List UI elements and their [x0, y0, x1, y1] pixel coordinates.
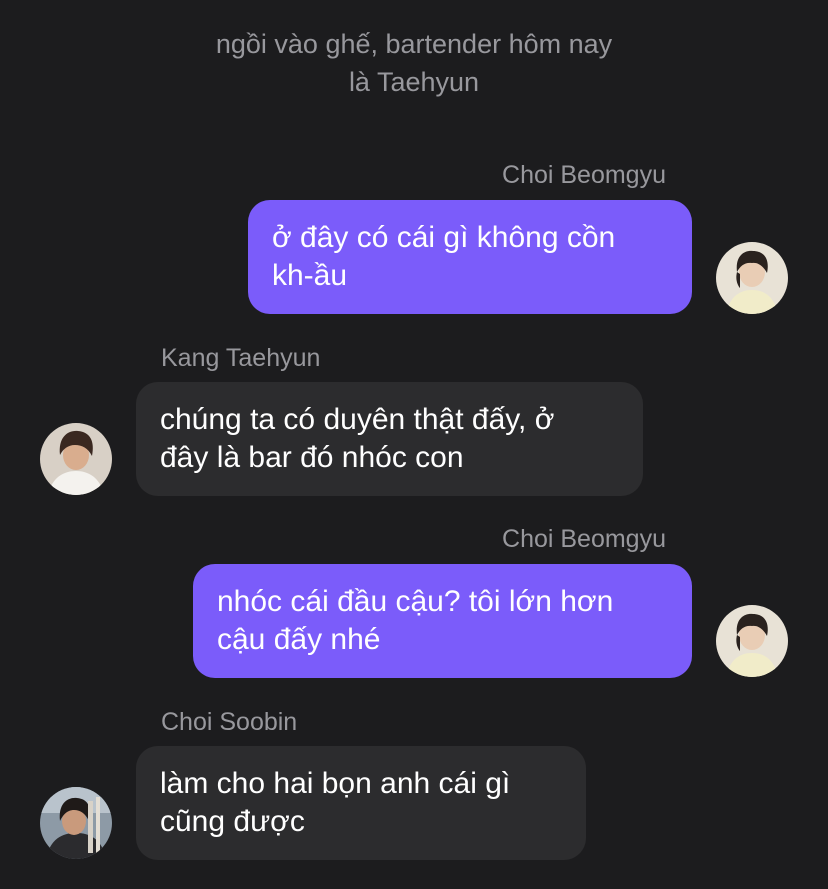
sender-name: Choi Soobin [161, 708, 298, 736]
sender-name: Choi Beomgyu [502, 525, 666, 553]
message-line: cũng được [160, 805, 305, 838]
sender-name: Kang Taehyun [161, 344, 321, 372]
beomgyu-avatar-icon[interactable] [716, 242, 788, 314]
message-line: cậu đấy nhé [217, 623, 381, 656]
message-bubble[interactable]: làm cho hai bọn anh cái gì cũng được [136, 746, 586, 860]
taehyun-avatar-icon[interactable] [40, 423, 112, 495]
message-line: nhóc cái đầu cậu? tôi lớn hơn [217, 585, 614, 618]
narration-line: ngồi vào ghế, bartender hôm nay [215, 29, 613, 59]
sender-name: Choi Beomgyu [502, 161, 666, 189]
soobin-avatar-icon[interactable] [40, 787, 112, 859]
message-line: ở đây có cái gì không cồn [272, 221, 616, 254]
narration-line: là Taehyun [348, 67, 480, 97]
message-line: đây là bar đó nhóc con [160, 441, 464, 474]
beomgyu-avatar-icon[interactable] [716, 605, 788, 677]
message-line: kh-ầu [272, 259, 348, 292]
message-bubble[interactable]: nhóc cái đầu cậu? tôi lớn hơn cậu đấy nh… [193, 564, 692, 678]
message-bubble[interactable]: ở đây có cái gì không cồn kh-ầu [248, 200, 692, 314]
message-bubble[interactable]: chúng ta có duyên thật đấy, ở đây là bar… [136, 382, 643, 496]
narration-text: ngồi vào ghế, bartender hôm nay là Taehy… [0, 25, 828, 101]
message-line: chúng ta có duyên thật đấy, ở [160, 403, 555, 436]
message-line: làm cho hai bọn anh cái gì [160, 767, 511, 800]
